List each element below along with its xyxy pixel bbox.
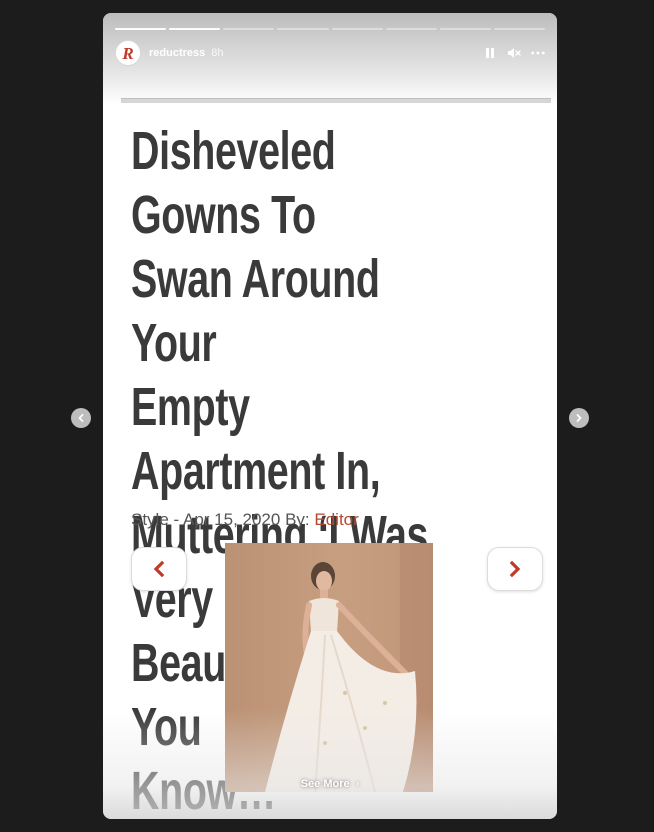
progress-segment: [439, 28, 491, 30]
more-options-button[interactable]: [531, 46, 545, 60]
avatar[interactable]: R: [115, 40, 141, 66]
pause-icon: [486, 48, 494, 58]
article-meta: Style - Apr 15, 2020 By: Editor: [131, 510, 359, 530]
chevron-right-icon: ›: [355, 778, 360, 790]
chevron-right-icon: [509, 560, 521, 578]
next-article-button[interactable]: [487, 547, 543, 591]
progress-segment: [385, 28, 437, 30]
progress-segment: [331, 28, 383, 30]
gown-model-image: [225, 543, 433, 792]
progress-segment: [223, 28, 275, 30]
page-divider: [121, 98, 551, 103]
by-label: By:: [285, 510, 310, 529]
article-photo: [225, 543, 433, 792]
progress-segment: [493, 28, 545, 30]
pause-button[interactable]: [483, 46, 497, 60]
story-header: R reductress 8h: [115, 39, 545, 67]
see-more-link[interactable]: See More ›: [103, 778, 557, 790]
previous-story-button[interactable]: [71, 408, 91, 428]
article-date: Apr 15, 2020: [182, 510, 281, 529]
post-time: 8h: [211, 47, 224, 59]
chevron-right-icon: [576, 414, 582, 422]
more-icon: [531, 51, 545, 55]
progress-segment: [169, 28, 221, 30]
username[interactable]: reductress: [149, 47, 205, 59]
article-author[interactable]: Editor: [314, 510, 358, 529]
chevron-left-icon: [153, 560, 165, 578]
story-controls: [483, 46, 545, 60]
progress-segment: [115, 28, 167, 30]
see-more-label: See More: [300, 778, 350, 790]
story-viewer[interactable]: R reductress 8h Disheveled Gowns To Swan…: [103, 13, 557, 819]
article-category[interactable]: Style: [131, 510, 169, 529]
meta-separator: -: [173, 510, 183, 529]
progress-segment: [277, 28, 329, 30]
story-progress-bar: [115, 28, 545, 30]
mute-icon: [508, 48, 521, 58]
previous-article-button[interactable]: [131, 547, 187, 591]
next-story-button[interactable]: [569, 408, 589, 428]
mute-button[interactable]: [507, 46, 521, 60]
chevron-left-icon: [78, 414, 84, 422]
avatar-letter: R: [122, 43, 134, 63]
